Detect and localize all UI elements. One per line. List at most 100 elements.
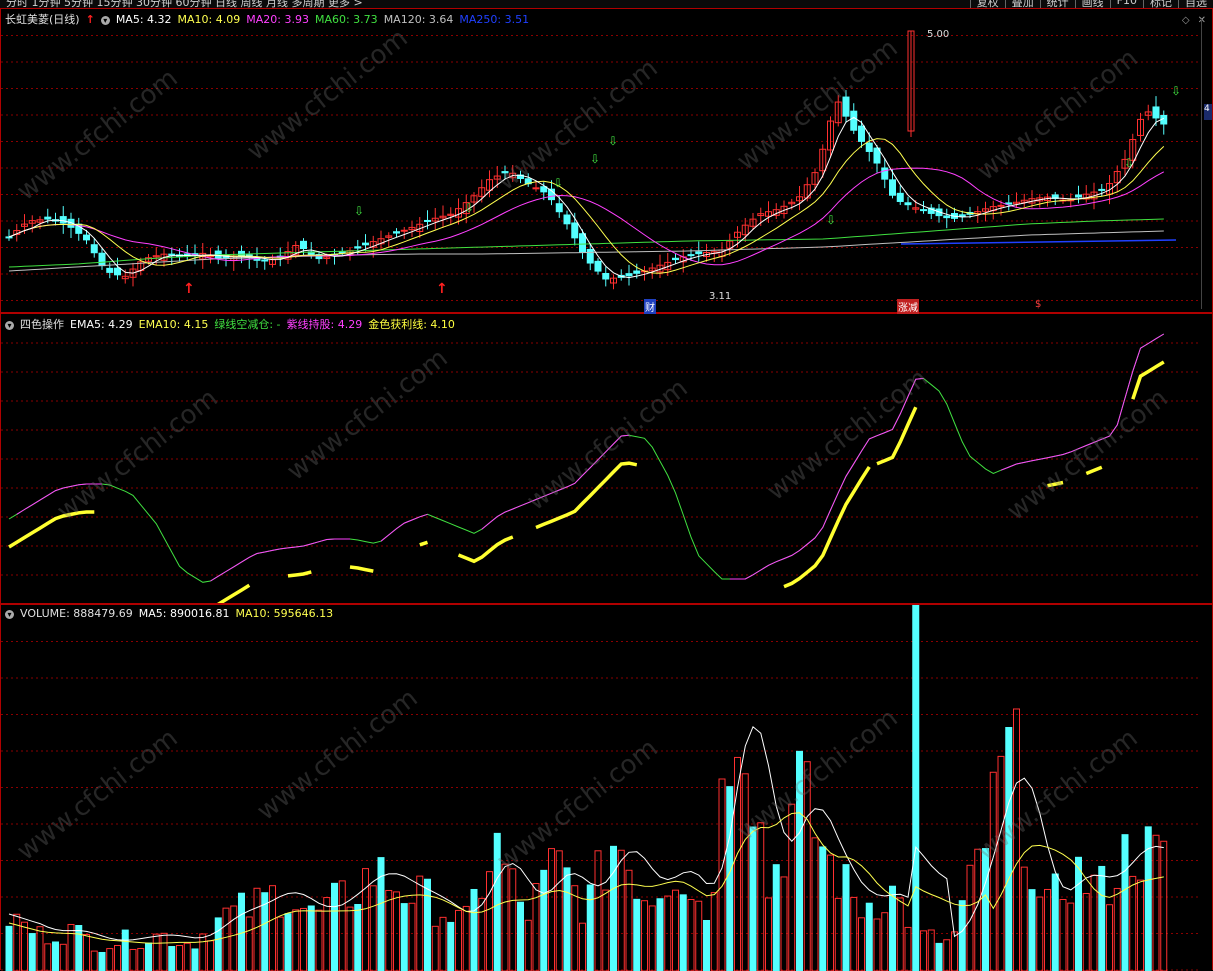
candle-body [424, 219, 431, 222]
volume-bar [1059, 898, 1067, 971]
volume-bar [1098, 865, 1106, 971]
period-tabs[interactable]: 分时 1分钟 5分钟 15分钟 30分钟 60分钟 日线 周线 月线 多周期 更… [6, 0, 363, 8]
indicator-panel[interactable]: ▾ 四色操作 EMA5: 4.29 EMA10: 4.15 绿线空减仓: - 紫线持股: … [0, 313, 1213, 604]
gold-line [1047, 480, 1064, 488]
volume-bar [424, 878, 431, 971]
volume-bar [571, 885, 579, 971]
candle-body [106, 267, 114, 273]
volume-bar [1005, 727, 1013, 971]
candle-body [168, 253, 176, 256]
volume-bar [617, 849, 625, 971]
overlay-button[interactable]: 叠加 [1004, 0, 1040, 8]
restore-rights-button[interactable]: 复权 [969, 0, 1005, 8]
volume-bar [501, 863, 509, 971]
volume-bar [1082, 892, 1090, 971]
candle-body [997, 204, 1005, 207]
volume-bar [121, 929, 129, 971]
volume-bar [1013, 708, 1020, 971]
candle-body [858, 125, 865, 142]
finance-marker[interactable]: 财 [644, 299, 656, 314]
indicator-name[interactable]: 四色操作 [20, 318, 64, 331]
low-price-label: 3.11 [709, 291, 732, 302]
volume-bar [191, 948, 199, 971]
volume-bar [958, 900, 966, 971]
volume-bar [788, 803, 796, 971]
candle-body [501, 171, 509, 174]
volume-bar [1044, 888, 1051, 971]
green-line-label: 绿线空减仓: - [214, 318, 281, 331]
volume-bar [90, 950, 98, 971]
limit-marker[interactable]: 涨减 [897, 299, 919, 314]
settings-circle-icon[interactable]: ▾ [5, 609, 14, 619]
volume-panel[interactable]: ▾ VOLUME: 888479.69 MA5: 890016.81 MA10: 59… [0, 604, 1213, 971]
candle-body [114, 267, 121, 276]
settings-circle-icon[interactable]: ▾ [5, 320, 14, 330]
sell-arrow-icon: ⇩ [464, 201, 474, 215]
draw-line-button[interactable]: 画线 [1074, 0, 1110, 8]
gold-line [349, 565, 374, 573]
volume-bar [555, 850, 563, 971]
volume-bar [1121, 834, 1129, 971]
volume-bar [331, 882, 338, 971]
tool-buttons: 复权 叠加 统计 画线 F10 标记 自选 [969, 0, 1213, 8]
candle-body [943, 215, 951, 219]
volume-bar [199, 933, 207, 971]
candle-body [393, 231, 400, 234]
candle-body [1152, 106, 1160, 119]
settings-circle-icon[interactable]: ▾ [100, 15, 110, 25]
volume-bar [1137, 879, 1144, 971]
volume-bar [850, 896, 858, 971]
candle-body [920, 209, 927, 212]
price-panel[interactable]: 长虹美菱(日线) ↑ ▾ MA5: 4.32 MA10: 4.09 MA20: 3.93 M… [0, 8, 1213, 314]
candle-body [695, 251, 703, 255]
candle-body [633, 270, 641, 274]
volume-bar [1090, 874, 1098, 971]
top-toolbar: 分时 1分钟 5分钟 15分钟 30分钟 60分钟 日线 周线 月线 多周期 更… [0, 0, 1213, 8]
volume-bar [346, 906, 354, 971]
volume-bar [269, 885, 276, 971]
volume-bar [400, 903, 408, 971]
volume-bar [889, 885, 896, 971]
stock-title[interactable]: 长虹美菱(日线) [5, 13, 80, 26]
indicator-chart[interactable] [1, 314, 1201, 603]
scrollbar[interactable] [1201, 19, 1212, 309]
candle-body [579, 233, 586, 253]
volume-bar [563, 867, 571, 971]
volume-bar [28, 933, 36, 971]
volume-bar [1036, 896, 1044, 971]
candle-body [594, 260, 602, 272]
f10-button[interactable]: F10 [1109, 0, 1143, 8]
volume-bar [393, 891, 400, 971]
volume-bar [873, 918, 881, 971]
volume-bar [625, 869, 633, 971]
price-chart[interactable]: ↑ ↑ ⇩ ⇩ ⇩ ⇩ ⇩ ⇩ ⇩ ⇩ [1, 9, 1201, 312]
watchlist-button[interactable]: 自选 [1178, 0, 1213, 8]
dollar-marker[interactable]: $ [1035, 299, 1041, 310]
volume-bar [307, 905, 315, 971]
volume-bar [1051, 873, 1059, 971]
candle-body [687, 254, 695, 257]
volume-bar [1113, 887, 1121, 971]
volume-bar [13, 913, 21, 971]
volume-bar [1028, 889, 1036, 971]
volume-bar [276, 916, 284, 971]
price-legend: 长虹美菱(日线) ↑ ▾ MA5: 4.32 MA10: 4.09 MA20: 3.93 M… [5, 11, 535, 27]
volume-bar [439, 916, 447, 971]
volume-chart[interactable] [1, 605, 1201, 971]
purple-line-label: 紫线持股: 4.29 [286, 318, 363, 331]
candle-body [354, 246, 362, 249]
mark-button[interactable]: 标记 [1143, 0, 1178, 8]
volume-bar [137, 947, 145, 971]
candle-body [1098, 188, 1106, 191]
candle-body [300, 240, 307, 250]
volume-bar [207, 940, 214, 971]
volume-bar [858, 917, 865, 971]
volume-bar [524, 919, 532, 971]
purple-line [16, 483, 102, 515]
volume-bar [292, 909, 300, 971]
diamond-icon[interactable]: ◇ [1182, 15, 1190, 26]
statistics-button[interactable]: 统计 [1039, 0, 1075, 8]
volume-bar [989, 771, 997, 971]
volume-bar [129, 948, 137, 971]
volume-bar [338, 880, 346, 971]
